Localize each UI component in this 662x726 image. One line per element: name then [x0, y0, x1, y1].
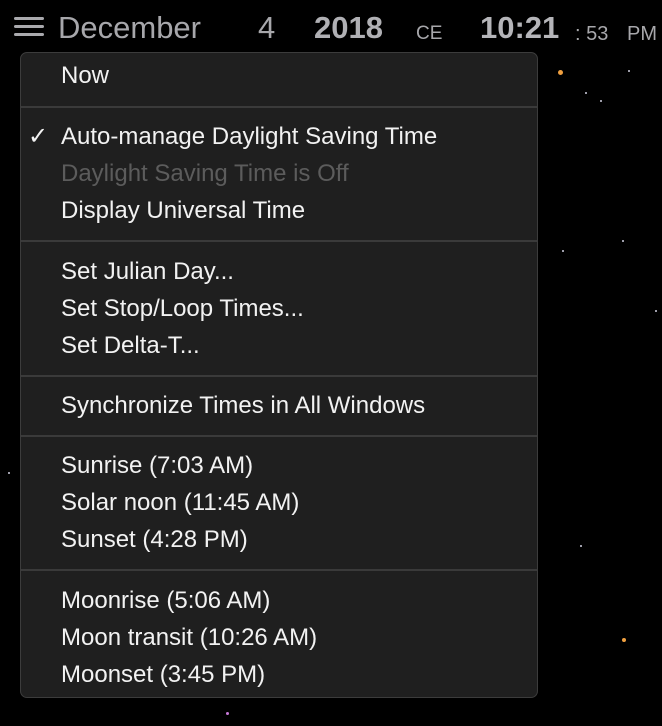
time-field[interactable]: 10:21	[480, 8, 559, 48]
menu-item-auto-dst[interactable]: Auto-manage Daylight Saving Time	[61, 122, 437, 152]
star	[622, 240, 624, 242]
checkmark-icon: ✓	[28, 123, 49, 150]
era-label[interactable]: CE	[416, 14, 442, 54]
menu-item-now[interactable]: Now	[61, 61, 109, 91]
menu-item-moon-transit[interactable]: Moon transit (10:26 AM)	[61, 623, 317, 653]
star	[580, 545, 582, 547]
menu-item-julian-day[interactable]: Set Julian Day...	[61, 257, 234, 287]
month-field[interactable]: December	[58, 8, 201, 48]
star	[655, 310, 657, 312]
menu-item-sunset[interactable]: Sunset (4:28 PM)	[61, 525, 248, 555]
menu-separator	[21, 375, 537, 377]
star	[226, 712, 229, 715]
menu-separator	[21, 569, 537, 571]
year-field[interactable]: 2018	[314, 8, 383, 48]
menu-item-moonrise[interactable]: Moonrise (5:06 AM)	[61, 586, 270, 616]
star	[585, 92, 587, 94]
menu-separator	[21, 240, 537, 242]
menu-separator	[21, 435, 537, 437]
star	[628, 70, 630, 72]
menu-item-stop-loop[interactable]: Set Stop/Loop Times...	[61, 294, 304, 324]
menu-item-moonset[interactable]: Moonset (3:45 PM)	[61, 660, 265, 690]
menu-item-delta-t[interactable]: Set Delta-T...	[61, 331, 200, 361]
star	[558, 70, 563, 75]
seconds-field[interactable]: : 53	[575, 14, 608, 54]
ampm-field[interactable]: PM	[627, 14, 657, 54]
star	[600, 100, 602, 102]
time-dropdown-menu: Now ✓ Auto-manage Daylight Saving Time D…	[20, 52, 538, 698]
menu-item-sunrise[interactable]: Sunrise (7:03 AM)	[61, 451, 253, 481]
time-bar: December 4 2018 CE 10:21 : 53 PM	[0, 0, 662, 52]
star	[562, 250, 564, 252]
day-field[interactable]: 4	[258, 8, 275, 48]
hamburger-menu-icon[interactable]	[14, 17, 44, 37]
menu-item-solar-noon[interactable]: Solar noon (11:45 AM)	[61, 488, 299, 518]
star	[622, 638, 626, 642]
menu-item-dst-status: Daylight Saving Time is Off	[61, 160, 349, 187]
menu-separator	[21, 106, 537, 108]
star	[8, 472, 10, 474]
menu-item-sync-windows[interactable]: Synchronize Times in All Windows	[61, 391, 425, 421]
menu-item-universal-time[interactable]: Display Universal Time	[61, 196, 305, 226]
